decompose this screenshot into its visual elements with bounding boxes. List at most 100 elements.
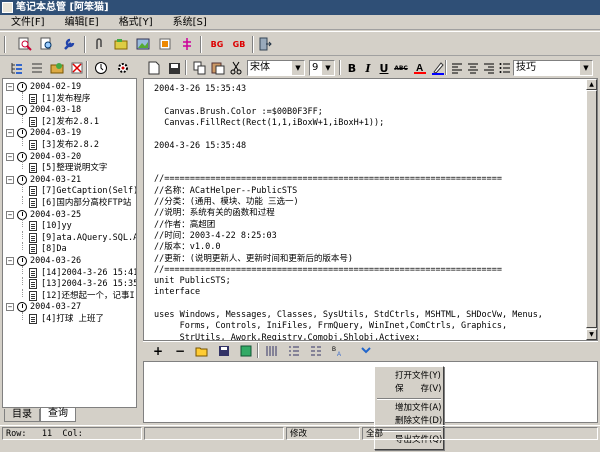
chevron-down-icon[interactable]: ▼	[322, 61, 334, 75]
collapse-toggle-icon[interactable]: −	[6, 175, 14, 184]
text-color-button[interactable]: A	[411, 59, 429, 77]
remove-attachment-button[interactable]: −	[171, 342, 189, 360]
note-editor[interactable]: 2004-3-26 15:35:43 Canvas.Brush.Color :=…	[143, 78, 598, 341]
tree-date-node[interactable]: 2004-03-21	[30, 175, 81, 185]
calendar-button[interactable]	[92, 59, 110, 77]
tree-note-item[interactable]: [10]yy	[41, 221, 72, 231]
copy-button[interactable]	[191, 59, 209, 77]
tree-note-item[interactable]: [2]发布2.8.1	[41, 117, 99, 127]
menu-item-open-file[interactable]: 打开文件(Y)	[395, 371, 441, 382]
tree-note-item[interactable]: [4]打球 上班了	[41, 314, 104, 324]
tree-date-node[interactable]: 2004-03-26	[30, 256, 81, 266]
open-folder-button[interactable]	[112, 35, 130, 53]
tree-note-item[interactable]: [3]发布2.8.2	[41, 140, 99, 150]
attach-button[interactable]	[90, 35, 108, 53]
list-view-button[interactable]	[285, 342, 303, 360]
tree-note-item[interactable]: [12]还想起一个，记事I	[41, 291, 135, 301]
align-center-icon	[468, 63, 478, 74]
tree-note-item[interactable]: [9]ata.AQuery.SQL.Ad	[41, 233, 136, 243]
tree-date-node[interactable]: 2004-03-18	[30, 105, 81, 115]
gb-convert-button[interactable]: GB	[230, 35, 248, 53]
exit-button[interactable]	[256, 35, 274, 53]
tree-note-item[interactable]: [5]整理说明文字	[41, 163, 107, 173]
image-button[interactable]	[134, 35, 152, 53]
insert-button[interactable]	[156, 35, 174, 53]
toolbar-separator	[252, 36, 254, 53]
font-size-select[interactable]: 9 ▼	[309, 60, 335, 76]
detail-view-button[interactable]	[307, 342, 325, 360]
editor-line: Forms, Controls, IniFiles, FrmQuery, Win…	[154, 321, 508, 332]
sort-button[interactable]: BA	[329, 342, 347, 360]
tree-note-item[interactable]: [13]2004-3-26 15:35:	[41, 279, 136, 289]
open-attachment-button[interactable]	[193, 342, 211, 360]
category-select[interactable]: 技巧 ▼	[513, 60, 593, 76]
more-button[interactable]	[357, 342, 375, 360]
collapse-toggle-icon[interactable]: −	[6, 83, 14, 91]
tree-connector	[22, 138, 23, 146]
editor-line: //版本：v1.0.0	[154, 242, 221, 253]
collapse-toggle-icon[interactable]: −	[6, 152, 14, 161]
save-doc-button[interactable]	[165, 59, 183, 77]
new-doc-button[interactable]	[145, 59, 163, 77]
chevron-down-icon[interactable]: ▼	[580, 61, 592, 75]
split-button[interactable]	[178, 35, 196, 53]
editor-scrollbar[interactable]: ▲ ▼	[586, 79, 597, 340]
strikeout-button[interactable]: ABC	[392, 59, 410, 77]
bullets-button[interactable]	[496, 59, 514, 77]
tree-date-node[interactable]: 2004-03-19	[30, 128, 81, 138]
scroll-down-arrow-icon[interactable]: ▼	[586, 329, 597, 340]
tree-note-item[interactable]: [14]2004-3-26 15:41:	[41, 268, 136, 278]
tools-button[interactable]	[60, 35, 78, 53]
tab-catalog[interactable]: 目录	[4, 409, 40, 422]
add-attachment-button[interactable]: +	[149, 342, 167, 360]
tree-date-node[interactable]: 2004-03-20	[30, 152, 81, 162]
save-attachment-button[interactable]	[215, 342, 233, 360]
collapse-toggle-icon[interactable]: −	[6, 210, 14, 219]
tree-connector	[22, 196, 23, 204]
wrench-icon	[64, 38, 75, 50]
tab-query[interactable]: 查询	[40, 408, 76, 422]
clock-icon	[17, 105, 27, 116]
font-name-select[interactable]: 宋体 ▼	[247, 60, 305, 76]
tree-note-item[interactable]: [6]国内部分高校FTP站	[41, 198, 131, 208]
collapse-toggle-icon[interactable]: −	[6, 257, 14, 265]
scroll-up-arrow-icon[interactable]: ▲	[586, 79, 597, 90]
collapse-toggle-icon[interactable]: −	[6, 129, 14, 138]
menu-edit[interactable]: 编辑[E]	[54, 15, 108, 29]
underline-button[interactable]: U	[375, 59, 393, 77]
open-note-button[interactable]	[48, 59, 66, 77]
menu-file[interactable]: 文件[F]	[0, 15, 54, 29]
delete-note-button[interactable]	[68, 59, 86, 77]
svg-text:B: B	[332, 347, 336, 353]
list-view-button[interactable]	[28, 59, 46, 77]
menu-item-add-file[interactable]: 增加文件(A)	[395, 403, 441, 414]
preview-button[interactable]	[16, 35, 34, 53]
settings-button[interactable]	[114, 59, 132, 77]
paste-button[interactable]	[209, 59, 227, 77]
magnifier-icon	[18, 37, 32, 51]
tree-date-node[interactable]: 2004-03-25	[30, 210, 81, 220]
menu-format[interactable]: 格式[Y]	[108, 15, 162, 29]
svg-text:A: A	[337, 352, 341, 357]
collapse-toggle-icon[interactable]: −	[6, 303, 14, 312]
tree-note-item[interactable]: [8]Da	[41, 244, 67, 254]
tree-connector	[22, 184, 23, 193]
tree-view-button[interactable]	[8, 59, 26, 77]
scroll-thumb[interactable]	[586, 90, 597, 328]
search-button[interactable]	[38, 35, 56, 53]
attachment-list[interactable]	[143, 361, 598, 423]
tree-date-node[interactable]: 2004-02-19	[30, 82, 81, 92]
format-toolbar: 宋体 ▼ 9 ▼ B I U ABC A 技巧 ▼	[143, 58, 598, 78]
export-attachment-button[interactable]	[237, 342, 255, 360]
icon-view-button[interactable]	[263, 342, 281, 360]
cut-button[interactable]	[227, 59, 245, 77]
collapse-toggle-icon[interactable]: −	[6, 106, 14, 115]
tree-note-item[interactable]: [7]GetCaption(Self);	[41, 186, 136, 196]
menu-item-save[interactable]: 保 存(V)	[395, 384, 441, 395]
note-document-icon	[29, 198, 37, 208]
menu-system[interactable]: 系统[S]	[162, 15, 216, 29]
bg-convert-button[interactable]: BG	[208, 35, 226, 53]
chevron-down-icon[interactable]: ▼	[292, 61, 304, 75]
tree-note-item[interactable]: [1]发布程序	[41, 94, 90, 104]
tree-date-node[interactable]: 2004-03-27	[30, 302, 81, 312]
